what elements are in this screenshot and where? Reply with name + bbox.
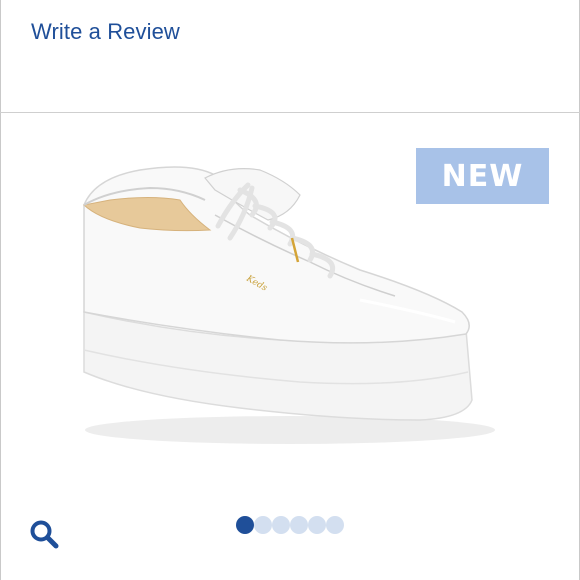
- shoe-shadow: [85, 416, 495, 444]
- carousel-dot[interactable]: [308, 516, 326, 534]
- carousel-dot[interactable]: [236, 516, 254, 534]
- zoom-button[interactable]: [28, 518, 62, 552]
- carousel-dot[interactable]: [290, 516, 308, 534]
- write-review-link[interactable]: Write a Review: [31, 19, 180, 45]
- carousel-dot[interactable]: [272, 516, 290, 534]
- magnifier-icon: [30, 520, 59, 549]
- carousel-dots: [236, 515, 348, 535]
- new-badge: NEW: [416, 148, 549, 204]
- carousel-dot[interactable]: [326, 516, 344, 534]
- carousel-dot[interactable]: [254, 516, 272, 534]
